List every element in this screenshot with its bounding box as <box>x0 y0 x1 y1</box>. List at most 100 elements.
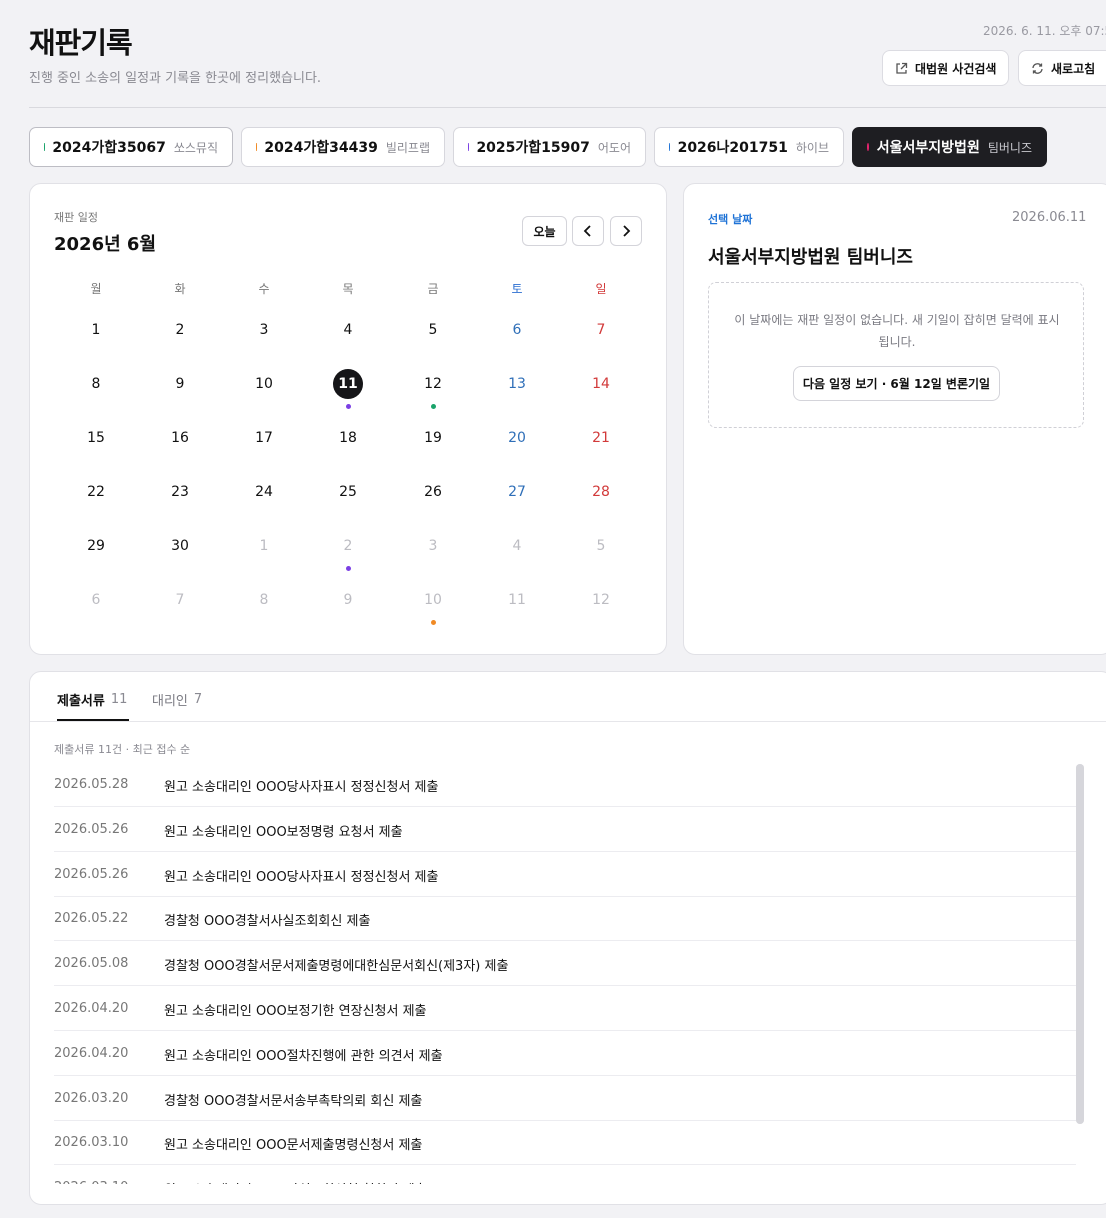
document-row[interactable]: 2026.03.10 원고 소송대리인 OOO사실조회신청 철회서 제출 <box>54 1165 1076 1184</box>
case-number: 서울서부지방법원 <box>876 140 980 156</box>
supreme-court-search-button[interactable]: 대법원 사건검색 <box>882 50 1009 86</box>
calendar-day[interactable]: 11 <box>475 585 559 615</box>
calendar-day[interactable]: 6 <box>54 585 138 615</box>
case-tab-2025gahap15907[interactable]: 2025가합15907 어도어 <box>453 127 646 167</box>
calendar-day[interactable]: 5 <box>559 531 643 561</box>
calendar-day-number: 11 <box>508 592 526 608</box>
calendar-card: 재판 일정 2026년 6월 오늘 월화수목금토일 1 2 3 4 5 6 7 8 9 10 11 1… <box>29 183 667 655</box>
document-row[interactable]: 2026.03.20 경찰청 OOO경찰서문서송부촉탁의뢰 회신 제출 <box>54 1076 1076 1121</box>
documents-summary: 제출서류 11건 · 최근 접수 순 <box>54 743 191 756</box>
weekday-label: 토 <box>511 282 523 296</box>
event-dot <box>431 404 436 409</box>
calendar-day[interactable]: 2 <box>306 531 390 561</box>
calendar-day[interactable]: 3 <box>391 531 475 561</box>
calendar-day[interactable]: 11 <box>306 369 390 399</box>
calendar-day[interactable]: 24 <box>222 477 306 507</box>
weekday-label: 목 <box>342 282 354 296</box>
calendar-day[interactable]: 29 <box>54 531 138 561</box>
case-color-dot <box>669 143 670 151</box>
calendar-day-number: 27 <box>508 484 526 500</box>
document-title: 원고 소송대리인 OOO문서제출명령신청서 제출 <box>164 1138 423 1154</box>
case-tab-seoul-western-district-court[interactable]: 서울서부지방법원 팀버니즈 <box>852 127 1047 167</box>
next-schedule-button[interactable]: 다음 일정 보기 · 6월 12일 변론기일 <box>793 366 1000 401</box>
calendar-day[interactable]: 21 <box>559 423 643 453</box>
calendar-day[interactable]: 17 <box>222 423 306 453</box>
document-row[interactable]: 2026.04.20 원고 소송대리인 OOO절차진행에 관한 의견서 제출 <box>54 1031 1076 1076</box>
calendar-day[interactable]: 1 <box>222 531 306 561</box>
calendar-day[interactable]: 13 <box>475 369 559 399</box>
selected-date-kicker: 선택 날짜 <box>708 213 753 226</box>
calendar-day-number: 10 <box>255 376 273 392</box>
prev-month-button[interactable] <box>572 216 604 246</box>
case-tab-2026na201751[interactable]: 2026나201751 하이브 <box>654 127 844 167</box>
calendar-day-number: 16 <box>171 430 189 446</box>
calendar-day[interactable]: 23 <box>138 477 222 507</box>
calendar-day[interactable]: 10 <box>222 369 306 399</box>
tab-label: 대리인 <box>152 694 188 709</box>
weekday-label: 월 <box>90 282 102 296</box>
case-tab-2024gahap34439[interactable]: 2024가합34439 빌리프랩 <box>241 127 445 167</box>
next-month-button[interactable] <box>610 216 642 246</box>
calendar-kicker: 재판 일정 <box>54 211 98 224</box>
calendar-day-number: 4 <box>512 538 522 554</box>
calendar-day[interactable]: 10 <box>391 585 475 615</box>
calendar-day[interactable]: 14 <box>559 369 643 399</box>
calendar-day[interactable]: 5 <box>391 315 475 345</box>
calendar-day[interactable]: 25 <box>306 477 390 507</box>
calendar-day-number: 21 <box>592 430 610 446</box>
calendar-day[interactable]: 16 <box>138 423 222 453</box>
document-row[interactable]: 2026.03.10 원고 소송대리인 OOO문서제출명령신청서 제출 <box>54 1120 1076 1166</box>
calendar-day[interactable]: 22 <box>54 477 138 507</box>
calendar-day[interactable]: 18 <box>306 423 390 453</box>
calendar-day[interactable]: 2 <box>138 315 222 345</box>
tab-submitted-documents[interactable]: 제출서류 11 <box>57 690 127 709</box>
calendar-day-number: 20 <box>508 430 526 446</box>
tabs-divider <box>30 721 1106 722</box>
calendar-day-number: 11 <box>333 369 363 399</box>
document-row[interactable]: 2026.05.28 원고 소송대리인 OOO당사자표시 정정신청서 제출 <box>54 762 1076 807</box>
calendar-day[interactable]: 15 <box>54 423 138 453</box>
document-row[interactable]: 2026.05.26 원고 소송대리인 OOO당사자표시 정정신청서 제출 <box>54 852 1076 897</box>
calendar-day-number: 25 <box>339 484 357 500</box>
event-dot <box>346 566 351 571</box>
documents-list[interactable]: 2026.05.28 원고 소송대리인 OOO당사자표시 정정신청서 제출 2026… <box>54 762 1076 1184</box>
calendar-day[interactable]: 1 <box>54 315 138 345</box>
calendar-day[interactable]: 20 <box>475 423 559 453</box>
calendar-day-number: 30 <box>171 538 189 554</box>
calendar-day[interactable]: 19 <box>391 423 475 453</box>
case-tab-2024gahap35067[interactable]: 2024가합35067 쏘스뮤직 <box>29 127 233 167</box>
case-party: 하이브 <box>795 140 829 155</box>
calendar-day[interactable]: 4 <box>475 531 559 561</box>
today-button[interactable]: 오늘 <box>522 216 567 246</box>
calendar-day[interactable]: 27 <box>475 477 559 507</box>
calendar-day[interactable]: 26 <box>391 477 475 507</box>
scrollbar-thumb[interactable] <box>1076 764 1084 1124</box>
document-date: 2026.04.20 <box>54 1001 129 1016</box>
calendar-day[interactable]: 8 <box>222 585 306 615</box>
calendar-day[interactable]: 4 <box>306 315 390 345</box>
calendar-day[interactable]: 7 <box>138 585 222 615</box>
calendar-day[interactable]: 8 <box>54 369 138 399</box>
document-row[interactable]: 2026.05.26 원고 소송대리인 OOO보정명령 요청서 제출 <box>54 807 1076 852</box>
calendar-day-number: 6 <box>512 322 522 338</box>
selected-date-value: 2026.06.11 <box>1012 210 1087 225</box>
document-row[interactable]: 2026.04.20 원고 소송대리인 OOO보정기한 연장신청서 제출 <box>54 986 1076 1031</box>
calendar-day[interactable]: 12 <box>391 369 475 399</box>
calendar-day[interactable]: 6 <box>475 315 559 345</box>
document-date: 2026.05.28 <box>54 777 129 792</box>
refresh-label: 새로고침 <box>1051 61 1096 76</box>
calendar-day[interactable]: 30 <box>138 531 222 561</box>
calendar-day[interactable]: 7 <box>559 315 643 345</box>
documents-scrollbar[interactable] <box>1076 764 1084 1124</box>
calendar-day[interactable]: 12 <box>559 585 643 615</box>
refresh-button[interactable]: 새로고침 <box>1018 50 1106 86</box>
case-party: 팀버니즈 <box>987 140 1032 155</box>
tab-representatives[interactable]: 대리인 7 <box>152 690 202 709</box>
weekday-label: 금 <box>427 282 439 296</box>
calendar-day[interactable]: 9 <box>306 585 390 615</box>
calendar-day[interactable]: 3 <box>222 315 306 345</box>
calendar-day[interactable]: 28 <box>559 477 643 507</box>
calendar-day[interactable]: 9 <box>138 369 222 399</box>
document-row[interactable]: 2026.05.22 경찰청 OOO경찰서사실조회회신 제출 <box>54 896 1076 942</box>
document-row[interactable]: 2026.05.08 경찰청 OOO경찰서문서제출명령에대한심문서회신(제3자) … <box>54 941 1076 987</box>
